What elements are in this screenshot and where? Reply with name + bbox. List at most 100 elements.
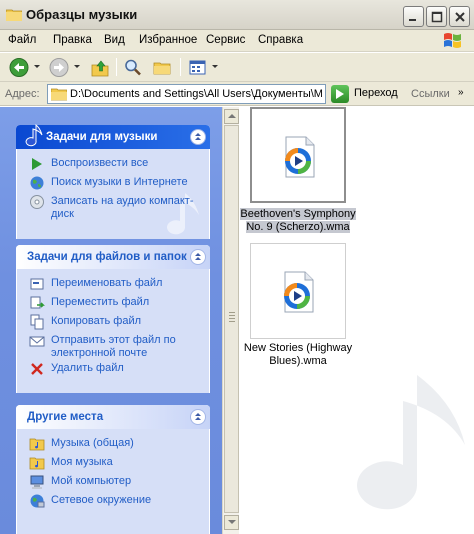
delete-icon xyxy=(31,363,43,375)
menu-file[interactable]: Файл xyxy=(8,34,36,46)
task-burn-cd[interactable]: Записать на аудио компакт-диск xyxy=(17,193,209,221)
folder-icon xyxy=(6,9,22,21)
collapse-icon[interactable] xyxy=(190,249,206,265)
views-dropdown-icon[interactable] xyxy=(212,65,218,68)
music-tasks-body: Воспроизвести все Поиск музыки в Интерне… xyxy=(16,149,210,239)
music-note-icon xyxy=(25,123,43,147)
folder-music-icon xyxy=(29,438,45,451)
collapse-icon[interactable] xyxy=(190,409,206,425)
music-tasks-panel: Задачи для музыки Воспроизвести все Поис… xyxy=(16,123,210,239)
close-icon xyxy=(455,12,465,22)
maximize-icon xyxy=(431,11,443,23)
title-bar: Образцы музыки xyxy=(0,0,474,30)
place-shared-music[interactable]: Музыка (общая) xyxy=(17,435,209,454)
file-item[interactable]: Beethoven's Symphony No. 9 (Scherzo).wma xyxy=(239,107,356,237)
up-folder-button[interactable] xyxy=(90,57,110,78)
file-tasks-title: Задачи для файлов и папок xyxy=(27,251,187,263)
folder-icon xyxy=(51,88,67,101)
close-button[interactable] xyxy=(449,6,470,27)
music-note-watermark-icon xyxy=(357,375,465,510)
music-tasks-header[interactable]: Задачи для музыки xyxy=(16,123,210,149)
other-places-title: Другие места xyxy=(27,411,104,423)
place-network[interactable]: Сетевое окружение xyxy=(17,492,209,511)
scroll-down-button[interactable] xyxy=(224,515,239,530)
file-name[interactable]: New Stories (Highway Blues).wma xyxy=(239,342,357,368)
task-delete-file[interactable]: Удалить файл xyxy=(17,360,209,379)
folder-music-icon xyxy=(29,457,45,470)
other-places-body: Музыка (общая) Моя музыка Мой компьютер … xyxy=(16,429,210,534)
file-thumbnail[interactable] xyxy=(250,243,346,339)
file-tasks-body: Переименовать файл Переместить файл Копи… xyxy=(16,269,210,393)
forward-button[interactable] xyxy=(49,57,69,78)
address-input[interactable]: D:\Documents and Settings\All Users\Доку… xyxy=(47,84,326,104)
file-name[interactable]: Beethoven's Symphony No. 9 (Scherzo).wma xyxy=(239,208,357,234)
menu-favorites[interactable]: Избранное xyxy=(139,34,197,46)
views-button[interactable] xyxy=(188,57,208,78)
play-icon xyxy=(32,158,42,170)
links-label[interactable]: Ссылки xyxy=(411,88,450,100)
menu-bar: Файл Правка Вид Избранное Сервис Справка xyxy=(0,30,474,52)
computer-icon xyxy=(30,475,44,489)
cd-burn-icon xyxy=(30,195,44,209)
back-arrow-icon xyxy=(9,58,29,77)
place-my-computer[interactable]: Мой компьютер xyxy=(17,473,209,492)
wma-file-icon xyxy=(284,271,314,313)
place-my-music[interactable]: Моя музыка xyxy=(17,454,209,473)
copy-icon xyxy=(30,314,44,330)
task-rename-file[interactable]: Переименовать файл xyxy=(17,275,209,294)
back-button[interactable] xyxy=(9,57,29,78)
search-button[interactable] xyxy=(123,57,143,78)
file-view[interactable]: Beethoven's Symphony No. 9 (Scherzo).wma… xyxy=(239,107,474,534)
file-thumbnail[interactable] xyxy=(250,107,346,203)
scroll-up-button[interactable] xyxy=(224,109,239,124)
address-path: D:\Documents and Settings\All Users\Доку… xyxy=(70,88,323,100)
task-copy-file[interactable]: Копировать файл xyxy=(17,313,209,332)
up-folder-icon xyxy=(91,60,109,77)
collapse-icon[interactable] xyxy=(190,129,206,145)
go-arrow-icon xyxy=(331,85,349,103)
folders-icon xyxy=(153,62,171,75)
menu-edit[interactable]: Правка xyxy=(53,34,92,46)
maximize-button[interactable] xyxy=(426,6,447,27)
task-email-file[interactable]: Отправить этот файл по электронной почте xyxy=(17,332,209,360)
views-icon xyxy=(189,60,206,75)
file-tasks-header[interactable]: Задачи для файлов и папок xyxy=(16,245,210,269)
menu-help[interactable]: Справка xyxy=(258,34,303,46)
task-pane-scrollbar[interactable] xyxy=(222,107,239,534)
wma-file-icon xyxy=(285,136,315,178)
file-item[interactable]: New Stories (Highway Blues).wma xyxy=(239,243,352,373)
rename-icon xyxy=(30,278,44,290)
address-label: Адрес: xyxy=(5,88,40,100)
email-icon xyxy=(29,336,45,347)
move-icon xyxy=(30,296,45,309)
music-tasks-title: Задачи для музыки xyxy=(46,131,158,143)
go-label: Переход xyxy=(354,87,398,99)
search-icon xyxy=(125,59,141,76)
grip-icon xyxy=(229,312,235,322)
file-tasks-panel: Задачи для файлов и папок Переименовать … xyxy=(16,245,210,393)
minimize-button[interactable] xyxy=(403,6,424,27)
task-move-file[interactable]: Переместить файл xyxy=(17,294,209,313)
links-more-button[interactable]: » xyxy=(458,87,464,98)
forward-dropdown-icon[interactable] xyxy=(74,65,80,68)
address-bar: Адрес: D:\Documents and Settings\All Use… xyxy=(0,82,474,106)
globe-icon xyxy=(30,176,44,190)
windows-logo-icon xyxy=(444,33,461,48)
toolbar-separator xyxy=(116,58,117,76)
task-pane: Задачи для музыки Воспроизвести все Поис… xyxy=(0,107,222,534)
forward-arrow-icon xyxy=(49,58,69,77)
minimize-icon xyxy=(409,19,416,21)
back-dropdown-icon[interactable] xyxy=(34,65,40,68)
folders-button[interactable] xyxy=(152,57,172,78)
menu-view[interactable]: Вид xyxy=(104,34,125,46)
toolbar-separator xyxy=(180,58,181,76)
toolbar xyxy=(0,53,474,82)
network-icon xyxy=(30,494,45,508)
other-places-header[interactable]: Другие места xyxy=(16,405,210,429)
window-title: Образцы музыки xyxy=(26,7,138,22)
task-play-all[interactable]: Воспроизвести все xyxy=(17,155,209,174)
scroll-thumb[interactable] xyxy=(224,125,239,513)
menu-tools[interactable]: Сервис xyxy=(206,34,245,46)
task-search-music[interactable]: Поиск музыки в Интернете xyxy=(17,174,209,193)
other-places-panel: Другие места Музыка (общая) Моя музыка М… xyxy=(16,405,210,534)
